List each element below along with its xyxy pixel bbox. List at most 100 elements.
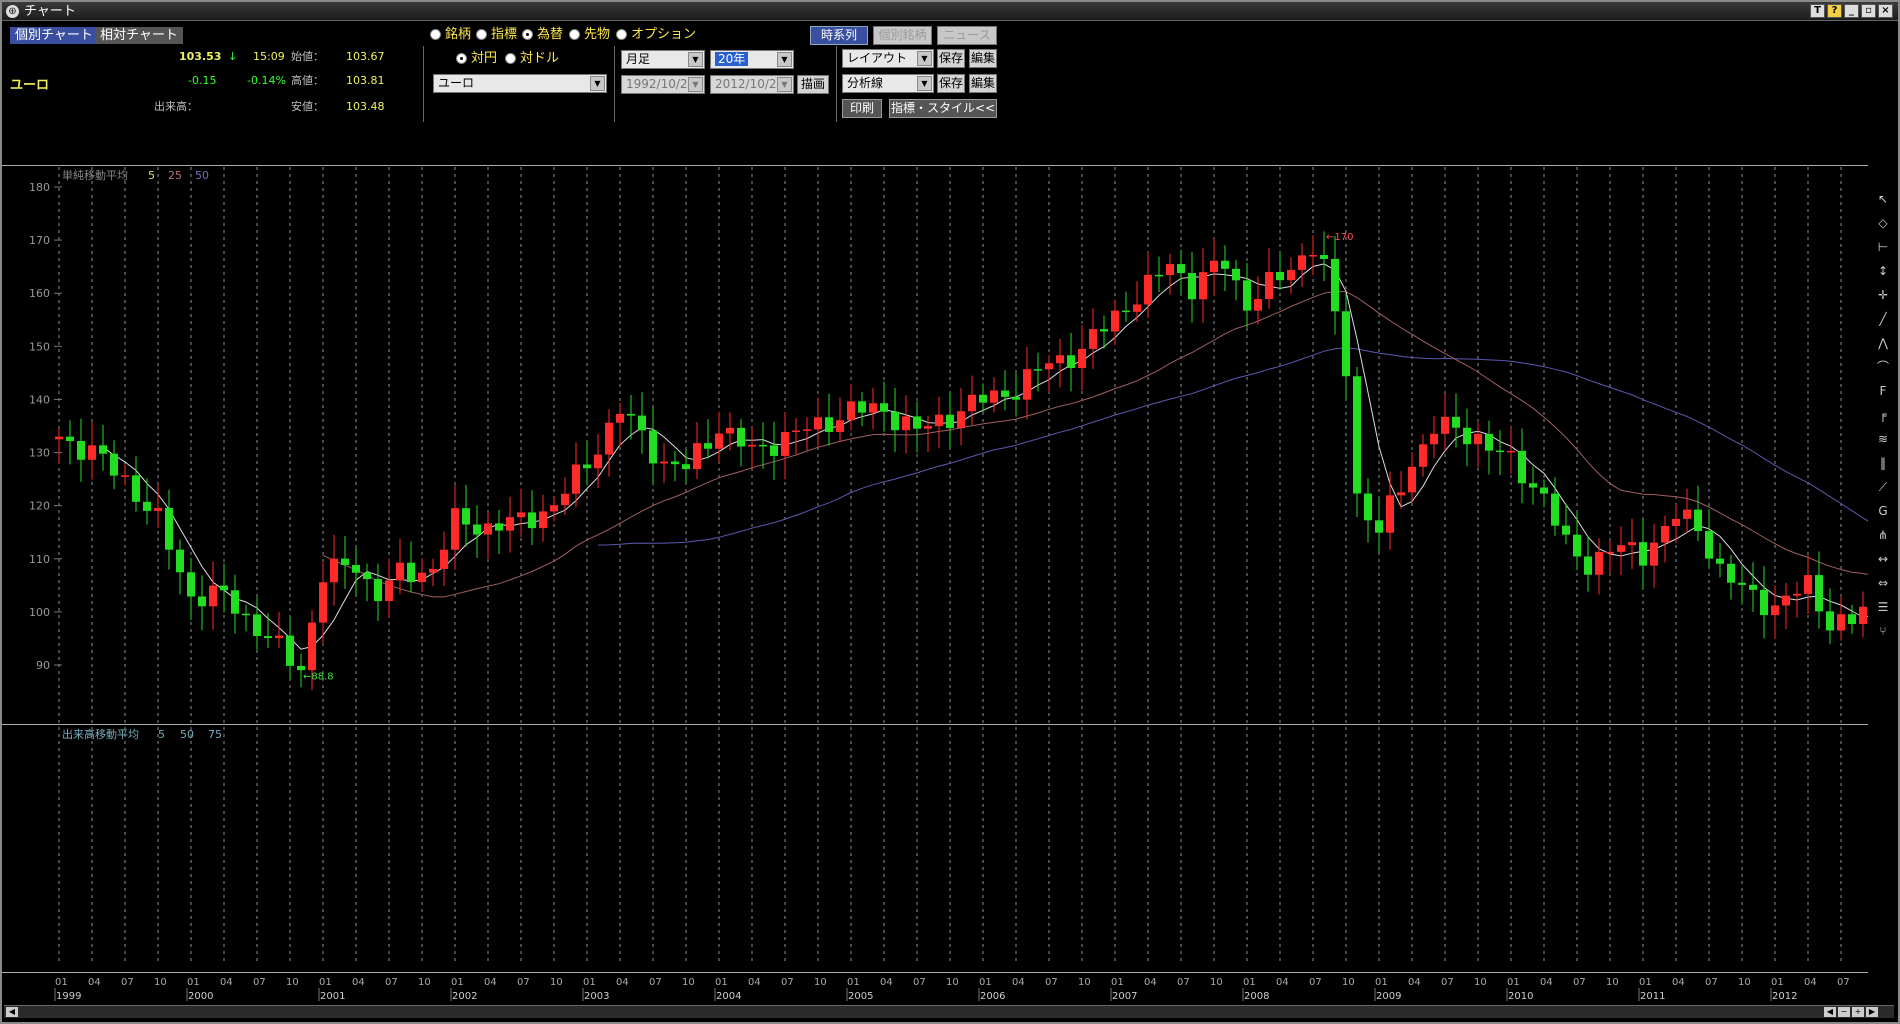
- candle-body: [1012, 396, 1020, 400]
- cursor-icon[interactable]: ↖: [1875, 191, 1891, 207]
- candle-body: [1804, 575, 1812, 594]
- analysis-save-button[interactable]: 保存: [937, 74, 965, 93]
- fibonacci-icon[interactable]: F: [1875, 383, 1891, 399]
- analysis-line-select[interactable]: 分析線 ▼: [842, 74, 934, 93]
- radio-stock[interactable]: [430, 29, 441, 40]
- parallel-lines-icon[interactable]: ☰: [1875, 599, 1891, 615]
- restore-button[interactable]: ▫: [1861, 4, 1876, 18]
- x-month-label: 04: [1408, 977, 1421, 988]
- fan-icon[interactable]: ⋀: [1875, 335, 1891, 351]
- x-month-label: 01: [1243, 977, 1256, 988]
- candle-body: [143, 501, 151, 511]
- zoom-out-icon[interactable]: −: [1838, 1007, 1850, 1017]
- x-month-label: 10: [682, 977, 695, 988]
- layout-select[interactable]: レイアウト ▼: [842, 49, 934, 68]
- candle-body: [836, 420, 844, 432]
- fibonacci-fan-icon[interactable]: ╒: [1875, 407, 1891, 423]
- arc-icon[interactable]: ⌒: [1875, 359, 1891, 375]
- x-month-label: 10: [1342, 977, 1355, 988]
- to-date-select[interactable]: 2012/10/24 ▼: [710, 75, 794, 94]
- vertical-line-icon[interactable]: ↕: [1875, 263, 1891, 279]
- radio-vs-dollar-label: 対ドル: [520, 51, 560, 66]
- x-month-label: 10: [1474, 977, 1487, 988]
- horizontal-line-icon[interactable]: ⊢: [1875, 239, 1891, 255]
- candle-body: [1474, 433, 1482, 445]
- draw-button[interactable]: 描画: [797, 75, 829, 94]
- candle-body: [1463, 427, 1471, 445]
- candle-body: [1232, 268, 1240, 281]
- candle-body: [1507, 450, 1515, 453]
- app-icon: ⊕: [6, 5, 19, 18]
- x-month-label: 04: [1804, 977, 1817, 988]
- candle-body: [1837, 614, 1845, 631]
- chevron-down-icon: ▼: [688, 52, 703, 67]
- indicator-style-button[interactable]: 指標・スタイル<<: [889, 99, 997, 118]
- ray-icon[interactable]: ⟋: [1875, 479, 1891, 495]
- candle-body: [1155, 274, 1163, 277]
- tab-individual-chart[interactable]: 個別チャート: [10, 27, 98, 44]
- candle-body: [1188, 273, 1196, 300]
- layout-edit-button[interactable]: 編集: [969, 49, 997, 68]
- x-month-label: 01: [1639, 977, 1652, 988]
- text-mode-button[interactable]: T: [1810, 4, 1825, 18]
- candle-body: [1210, 260, 1218, 273]
- scroll-left-icon[interactable]: ◀: [6, 1007, 18, 1017]
- from-date-select[interactable]: 1992/10/24 ▼: [621, 75, 705, 94]
- tab-relative-chart[interactable]: 相対チャート: [95, 27, 183, 44]
- radio-vs-yen[interactable]: [456, 53, 467, 64]
- gann-icon[interactable]: G: [1875, 503, 1891, 519]
- analysis-edit-button[interactable]: 編集: [969, 74, 997, 93]
- candle-body: [1056, 355, 1064, 364]
- bar-interval-select[interactable]: 月足 ▼: [621, 50, 705, 69]
- pitchfork-icon[interactable]: ⑂: [1875, 623, 1891, 639]
- candle-body: [1793, 593, 1801, 596]
- timeseries-button[interactable]: 時系列: [810, 26, 868, 45]
- price-indicator-name: 単純移動平均: [62, 168, 128, 182]
- help-button[interactable]: ?: [1827, 4, 1842, 18]
- candle-body: [275, 635, 283, 639]
- candle-body: [110, 453, 118, 476]
- measure-icon[interactable]: ↔: [1875, 551, 1891, 567]
- close-button[interactable]: ×: [1878, 4, 1893, 18]
- zoom-in-icon[interactable]: +: [1852, 1007, 1864, 1017]
- fibonacci-time-icon[interactable]: ‖: [1875, 455, 1891, 471]
- candle-body: [759, 444, 767, 447]
- radio-vs-dollar[interactable]: [505, 53, 516, 64]
- candle-body: [957, 411, 965, 429]
- minimize-button[interactable]: _: [1844, 4, 1859, 18]
- news-button[interactable]: ニュース: [937, 26, 997, 45]
- measure-range-icon[interactable]: ⇔: [1875, 575, 1891, 591]
- scroll-left-end-icon[interactable]: ◀: [1824, 1007, 1836, 1017]
- horizontal-scrollbar[interactable]: ◀ ◀ − + ▶: [4, 1005, 1894, 1018]
- eraser-icon[interactable]: ◇: [1875, 215, 1891, 231]
- individual-stock-button[interactable]: 個別銘柄: [873, 26, 932, 45]
- candle-body: [660, 461, 668, 464]
- cross-line-icon[interactable]: ✛: [1875, 287, 1891, 303]
- radio-options[interactable]: [616, 29, 627, 40]
- scroll-right-end-icon[interactable]: ▶: [1866, 1007, 1878, 1017]
- chart-area[interactable]: 180 170 160 150 140 130 120 110 100 90 01 04 07 10 01…: [2, 165, 1868, 1003]
- candle-body: [1364, 493, 1372, 521]
- y-tick-label: 120: [29, 500, 50, 513]
- radio-index[interactable]: [476, 29, 487, 40]
- from-date-value: 1992/10/24: [626, 77, 696, 91]
- candle-body: [682, 464, 690, 470]
- candle-body: [528, 512, 536, 529]
- radio-futures[interactable]: [569, 29, 580, 40]
- chevron-down-icon: ▼: [917, 76, 932, 91]
- candle-body: [913, 416, 921, 429]
- x-month-label: 10: [550, 977, 563, 988]
- candle-body: [1727, 563, 1735, 583]
- candle-body: [1782, 595, 1790, 606]
- candle-body: [1430, 433, 1438, 445]
- instrument-select[interactable]: ユーロ ▼: [433, 74, 607, 93]
- span-select[interactable]: 20年 ▼: [710, 50, 794, 69]
- andrews-icon[interactable]: ⋔: [1875, 527, 1891, 543]
- channel-icon[interactable]: ≋: [1875, 431, 1891, 447]
- layout-save-button[interactable]: 保存: [937, 49, 965, 68]
- candle-body: [1639, 542, 1647, 566]
- print-button[interactable]: 印刷: [842, 99, 882, 118]
- trendline-icon[interactable]: ╱: [1875, 311, 1891, 327]
- radio-fx[interactable]: [522, 29, 533, 40]
- candle-body: [572, 464, 580, 494]
